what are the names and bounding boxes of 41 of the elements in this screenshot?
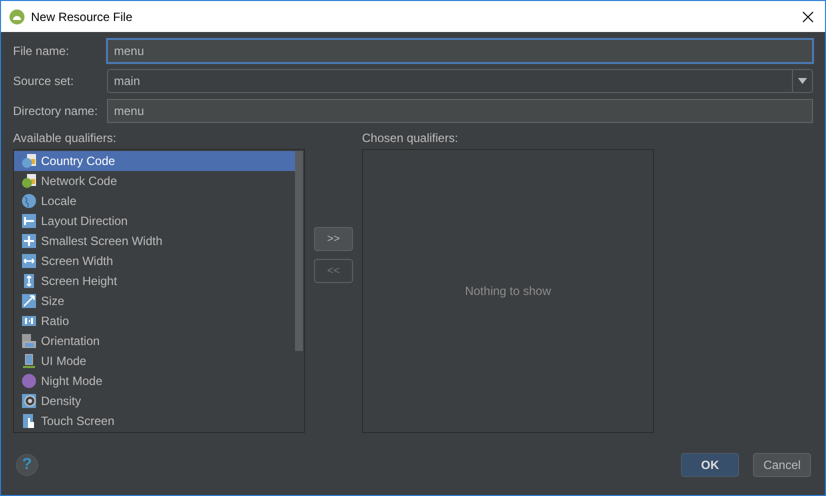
device-stand-icon [21, 353, 37, 369]
ratio-icon [21, 313, 37, 329]
field-label: Directory name: [13, 103, 99, 120]
qualifier-item[interactable]: Size [14, 291, 295, 311]
qualifier-item[interactable]: Density [14, 391, 295, 411]
move-arrows-icon [21, 233, 37, 249]
input-field[interactable]: menu [107, 99, 813, 123]
section-label: Chosen qualifiers: [362, 130, 460, 147]
qualifier-item[interactable]: UI Mode [14, 351, 295, 371]
qualifier-item[interactable]: Smallest Screen Width [14, 231, 295, 251]
input-field[interactable]: menu [107, 39, 813, 63]
qualifier-item[interactable]: Screen Height [14, 271, 295, 291]
android-icon [9, 8, 25, 24]
diagonal-arrow-icon [21, 293, 37, 309]
cancel-button[interactable]: Cancel [753, 453, 811, 477]
close-icon [802, 10, 814, 22]
arrow-left-icon [21, 213, 37, 229]
qualifier-item[interactable]: Ratio [14, 311, 295, 331]
dropdown-arrow-icon [798, 78, 807, 84]
globe-icon [21, 193, 37, 209]
device-rotate-icon [21, 333, 37, 349]
qualifier-item[interactable]: Locale [14, 191, 295, 211]
window-title: New Resource File [31, 8, 132, 26]
qualifier-item[interactable]: Screen Width [14, 251, 295, 271]
qualifier-item[interactable]: Country Code [14, 151, 295, 171]
density-icon [21, 393, 37, 409]
ok-button[interactable]: OK [681, 453, 739, 477]
scrollbar[interactable] [295, 151, 303, 351]
qualifier-item[interactable]: Network Code [14, 171, 295, 191]
qualifier-item[interactable]: Orientation [14, 331, 295, 351]
dropdown[interactable]: main [107, 69, 813, 93]
qualifier-item[interactable]: Night Mode [14, 371, 295, 391]
section-label: Available qualifiers: [13, 130, 118, 147]
field-label: Source set: [13, 73, 75, 90]
qualifier-item[interactable]: Touch Screen [14, 411, 295, 431]
transfer-button[interactable]: >> [314, 227, 353, 251]
field-label: File name: [13, 43, 70, 60]
qualifier-item[interactable]: Layout Direction [14, 211, 295, 231]
empty-message: Nothing to show [464, 283, 552, 300]
antenna-card-icon [21, 173, 37, 189]
globe-card-icon [21, 153, 37, 169]
